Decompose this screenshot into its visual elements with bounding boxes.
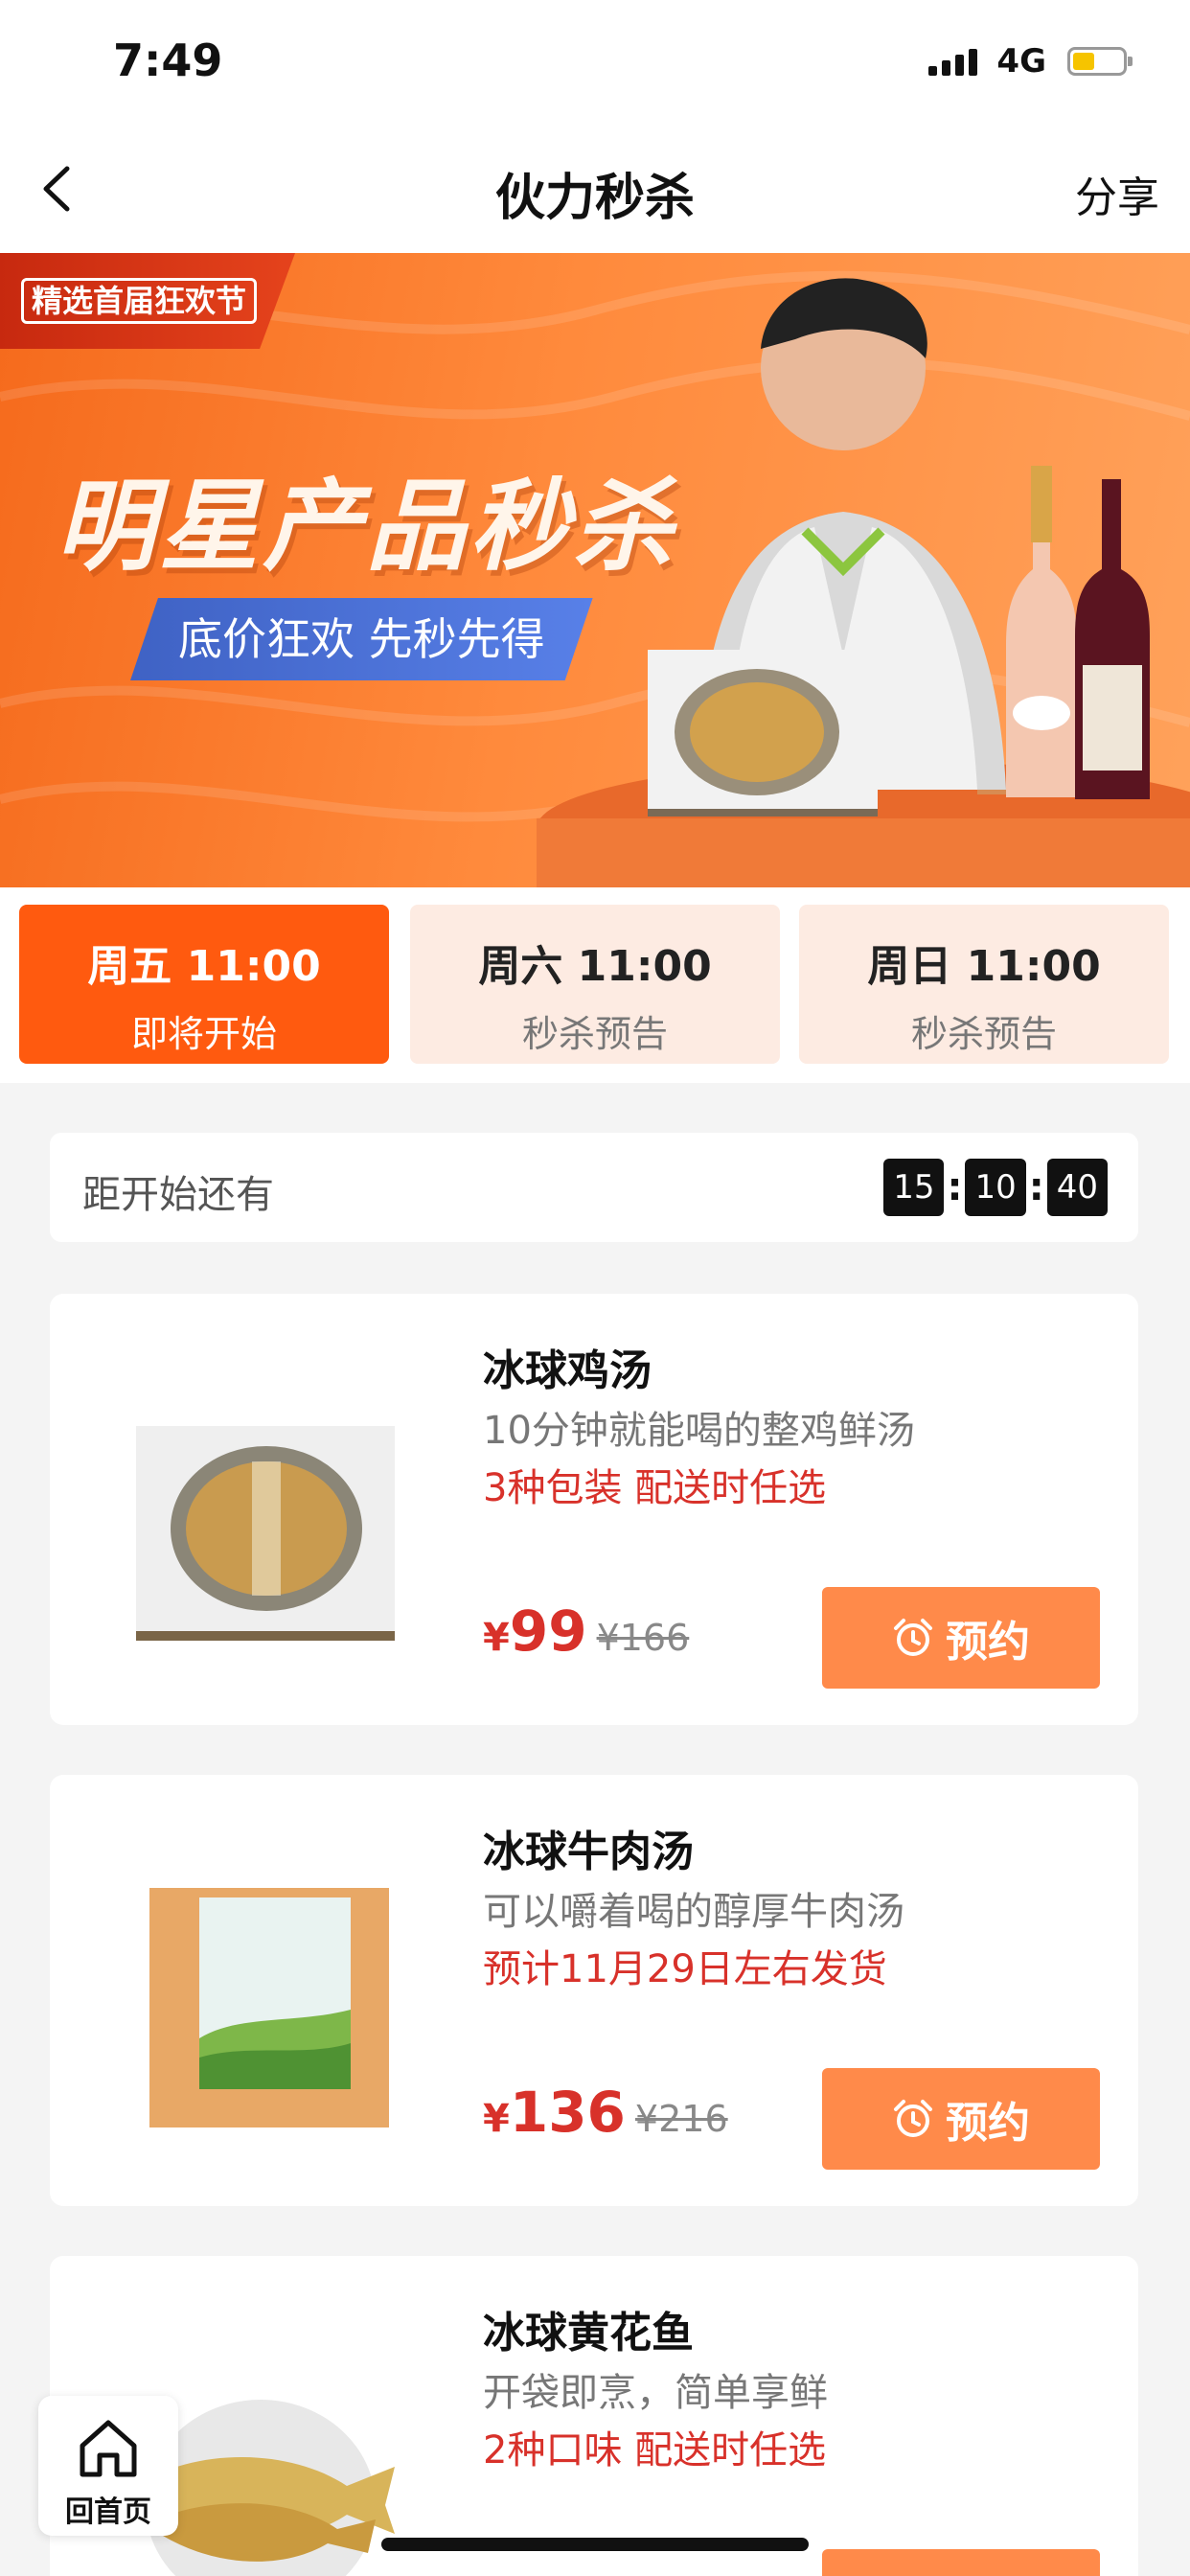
home-indicator [381, 2538, 809, 2551]
countdown-bar: 距开始还有 15 : 10 : 40 [50, 1133, 1138, 1242]
tab-time: 周五 11:00 [87, 942, 321, 991]
banner-tag: 精选首届狂欢节 [0, 253, 296, 349]
promo-banner[interactable]: 精选首届狂欢节 明星产品秒杀 底价狂欢 先秒先得 [0, 253, 1190, 887]
product-name: 冰球鸡汤 [483, 1346, 652, 1395]
home-icon [80, 2420, 137, 2477]
share-button[interactable]: 分享 [1075, 163, 1159, 224]
product-price: ¥ 99 ¥166 [483, 1598, 690, 1664]
countdown-label: 距开始还有 [82, 1173, 274, 1217]
product-image-beef-soup [149, 1888, 389, 2128]
product-card[interactable]: 冰球牛肉汤 可以嚼着喝的醇厚牛肉汤 预计11月29日左右发货 ¥ 136 ¥21… [50, 1775, 1138, 2206]
status-time: 7:49 [113, 34, 223, 86]
signal-icon [928, 47, 978, 76]
tab-time: 周日 11:00 [867, 942, 1101, 991]
session-tabs: 周五 11:00 即将开始 周六 11:00 秒杀预告 周日 11:00 秒杀预… [0, 887, 1190, 1083]
alarm-clock-icon [894, 2100, 932, 2137]
original-price: ¥166 [596, 1617, 690, 1659]
tab-status: 秒杀预告 [910, 1013, 1057, 1055]
product-card[interactable]: 冰球鸡汤 10分钟就能喝的整鸡鲜汤 3种包装 配送时任选 ¥ 99 ¥166 预… [50, 1294, 1138, 1725]
tab-status: 秒杀预告 [521, 1013, 668, 1055]
product-name: 冰球牛肉汤 [483, 1828, 694, 1876]
battery-icon [1067, 47, 1133, 76]
countdown-hours: 15 [883, 1159, 945, 1216]
status-bar: 7:49 4G [0, 0, 1190, 125]
product-image-chicken-soup [136, 1426, 395, 1641]
countdown-timer: 15 : 10 : 40 [883, 1159, 1108, 1216]
countdown-minutes: 10 [965, 1159, 1026, 1216]
status-indicators: 4G [928, 42, 1133, 80]
tab-status: 即将开始 [130, 1013, 277, 1055]
home-button[interactable]: 回首页 [38, 2396, 178, 2536]
page-title: 伙力秒杀 [494, 170, 695, 227]
product-price: ¥ 136 ¥216 [483, 2080, 728, 2145]
product-desc: 开袋即烹，简单享鲜 [483, 2371, 828, 2415]
original-price: ¥216 [634, 2098, 728, 2140]
banner-title: 明星产品秒杀 [56, 468, 677, 585]
reserve-label: 预约 [946, 2099, 1030, 2148]
tab-time: 周六 11:00 [478, 942, 712, 991]
reserve-button[interactable]: 预约 [822, 1587, 1100, 1689]
reserve-button[interactable] [822, 2549, 1100, 2576]
product-note: 预计11月29日左右发货 [483, 1947, 887, 1991]
current-price: 136 [509, 2080, 626, 2145]
alarm-clock-icon [894, 1619, 932, 1656]
countdown-seconds: 40 [1046, 1159, 1108, 1216]
product-note: 2种口味 配送时任选 [483, 2428, 827, 2472]
nav-bar: 伙力秒杀 分享 [0, 125, 1190, 253]
current-price: 99 [509, 1598, 587, 1664]
tab-saturday[interactable]: 周六 11:00 秒杀预告 [410, 905, 780, 1064]
product-card[interactable]: 冰球黄花鱼 开袋即烹，简单享鲜 2种口味 配送时任选 [50, 2256, 1138, 2576]
reserve-button[interactable]: 预约 [822, 2068, 1100, 2170]
product-desc: 可以嚼着喝的醇厚牛肉汤 [483, 1890, 904, 1934]
network-type: 4G [996, 42, 1046, 80]
tab-friday[interactable]: 周五 11:00 即将开始 [19, 905, 389, 1064]
banner-subtitle: 底价狂欢 先秒先得 [130, 598, 593, 680]
product-name: 冰球黄花鱼 [483, 2309, 694, 2358]
tab-sunday[interactable]: 周日 11:00 秒杀预告 [799, 905, 1169, 1064]
reserve-label: 预约 [946, 1618, 1030, 1667]
home-label: 回首页 [65, 2496, 151, 2529]
product-note: 3种包装 配送时任选 [483, 1466, 827, 1510]
product-desc: 10分钟就能喝的整鸡鲜汤 [483, 1409, 915, 1453]
